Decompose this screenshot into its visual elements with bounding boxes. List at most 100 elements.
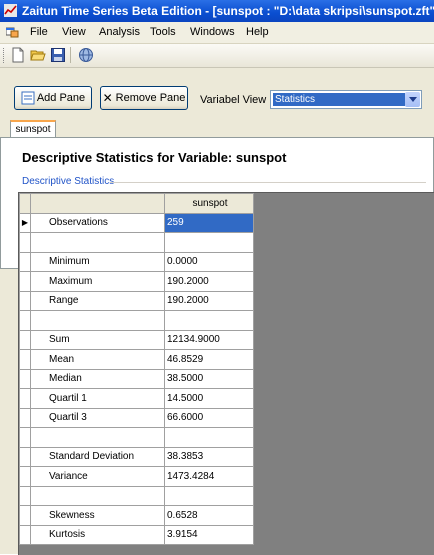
table-row[interactable]: Maximum 190.2000 — [19, 271, 254, 292]
statistic-name-cell[interactable] — [30, 485, 165, 506]
variabel-view-value: Statistics — [273, 93, 405, 106]
statistic-name-cell[interactable]: Kurtosis — [30, 524, 165, 545]
new-file-icon[interactable] — [10, 47, 26, 63]
page-title: Descriptive Statistics for Variable: sun… — [22, 150, 287, 165]
toolbar-grip[interactable] — [3, 48, 6, 63]
statistic-value-cell[interactable]: 259 — [164, 212, 254, 233]
statistic-name-cell[interactable]: Observations — [30, 212, 165, 233]
corner-cell[interactable] — [19, 193, 31, 214]
globe-icon[interactable] — [78, 47, 94, 63]
row-header[interactable] — [19, 349, 31, 370]
statistic-value-cell[interactable]: 46.8529 — [164, 349, 254, 370]
table-row[interactable]: Quartil 1 14.5000 — [19, 388, 254, 409]
app-icon — [4, 4, 17, 17]
remove-pane-label: Remove Pane — [115, 92, 186, 104]
row-pointer-icon: ▶ — [21, 218, 29, 228]
statistic-value-cell[interactable]: 14.5000 — [164, 388, 254, 409]
statistic-name-cell[interactable]: Quartil 1 — [30, 388, 165, 409]
statistic-value-cell[interactable]: 0.6528 — [164, 505, 254, 526]
statistic-name-cell[interactable]: Minimum — [30, 251, 165, 272]
table-row[interactable] — [19, 310, 254, 331]
menu-file[interactable]: File — [30, 26, 48, 38]
table-row[interactable] — [19, 427, 254, 448]
statistic-name-cell[interactable]: Mean — [30, 349, 165, 370]
tab-sunspot[interactable]: sunspot — [10, 120, 56, 138]
tab-strip: sunspot — [0, 118, 434, 138]
row-header[interactable] — [19, 290, 31, 311]
row-header[interactable] — [19, 310, 31, 331]
statistic-value-cell[interactable]: 38.3853 — [164, 446, 254, 467]
table-row[interactable]: Range 190.2000 — [19, 290, 254, 311]
statistic-value-cell[interactable] — [164, 427, 254, 448]
table-row[interactable]: ▶ Observations 259 — [19, 212, 254, 233]
table-row[interactable]: Minimum 0.0000 — [19, 251, 254, 272]
remove-pane-button[interactable]: ✕ Remove Pane — [100, 86, 188, 110]
statistic-value-cell[interactable]: 0.0000 — [164, 251, 254, 272]
statistic-name-cell[interactable]: Range — [30, 290, 165, 311]
statistic-value-cell[interactable] — [164, 485, 254, 506]
workspace: Add Pane ✕ Remove Pane Variabel View : S… — [0, 68, 434, 555]
child-window: Add Pane ✕ Remove Pane Variabel View : S… — [0, 68, 434, 555]
statistic-name-cell[interactable]: Standard Deviation — [30, 446, 165, 467]
add-pane-button[interactable]: Add Pane — [14, 86, 92, 110]
open-folder-icon[interactable] — [30, 47, 46, 63]
row-header[interactable] — [19, 388, 31, 409]
statistics-grid: sunspot ▶ Observations 259 Minimum 0.0000 Max… — [18, 192, 434, 555]
statistic-value-cell[interactable]: 1473.4284 — [164, 466, 254, 487]
statistic-name-cell[interactable]: Maximum — [30, 271, 165, 292]
row-header[interactable] — [19, 271, 31, 292]
statistic-value-cell[interactable]: 190.2000 — [164, 271, 254, 292]
row-header[interactable] — [19, 251, 31, 272]
table-row[interactable]: Median 38.5000 — [19, 368, 254, 389]
menu-tools[interactable]: Tools — [150, 26, 176, 38]
table-row[interactable] — [19, 232, 254, 253]
row-header[interactable] — [19, 407, 31, 428]
statistic-name-cell[interactable] — [30, 310, 165, 331]
table-row[interactable]: Standard Deviation 38.3853 — [19, 446, 254, 467]
table-row[interactable]: Variance 1473.4284 — [19, 466, 254, 487]
statistic-name-cell[interactable]: Skewness — [30, 505, 165, 526]
row-header[interactable] — [19, 329, 31, 350]
title-bar[interactable]: Zaitun Time Series Beta Edition - [sunsp… — [0, 0, 434, 22]
table-row[interactable]: Skewness 0.6528 — [19, 505, 254, 526]
statistic-name-cell[interactable]: Quartil 3 — [30, 407, 165, 428]
row-header[interactable]: ▶ — [19, 212, 31, 233]
statistic-name-cell[interactable]: Median — [30, 368, 165, 389]
statistic-name-cell[interactable]: Variance — [30, 466, 165, 487]
statistic-name-cell[interactable] — [30, 427, 165, 448]
menu-bar: File View Analysis Tools Windows Help — [0, 22, 434, 44]
menu-help[interactable]: Help — [246, 26, 269, 38]
statistic-name-cell[interactable]: Sum — [30, 329, 165, 350]
menu-windows[interactable]: Windows — [190, 26, 235, 38]
statistic-value-cell[interactable]: 12134.9000 — [164, 329, 254, 350]
row-header[interactable] — [19, 446, 31, 467]
statistic-value-cell[interactable]: 190.2000 — [164, 290, 254, 311]
chevron-down-icon[interactable] — [405, 92, 420, 107]
variabel-view-select[interactable]: Statistics — [270, 90, 422, 109]
row-header[interactable] — [19, 427, 31, 448]
child-window-icon[interactable] — [6, 26, 19, 38]
statistic-value-cell[interactable] — [164, 232, 254, 253]
row-header[interactable] — [19, 524, 31, 545]
name-column-header[interactable] — [30, 193, 165, 214]
statistic-value-cell[interactable]: 66.6000 — [164, 407, 254, 428]
statistic-name-cell[interactable] — [30, 232, 165, 253]
row-header[interactable] — [19, 466, 31, 487]
menu-view[interactable]: View — [62, 26, 86, 38]
menu-analysis[interactable]: Analysis — [99, 26, 140, 38]
save-disk-icon[interactable] — [50, 47, 66, 63]
statistic-value-cell[interactable]: 38.5000 — [164, 368, 254, 389]
statistic-value-cell[interactable]: 3.9154 — [164, 524, 254, 545]
row-header[interactable] — [19, 485, 31, 506]
row-header[interactable] — [19, 232, 31, 253]
table-row[interactable]: Quartil 3 66.6000 — [19, 407, 254, 428]
column-header-sunspot[interactable]: sunspot — [164, 193, 254, 214]
table-row[interactable]: Sum 12134.9000 — [19, 329, 254, 350]
statistic-value-cell[interactable] — [164, 310, 254, 331]
row-header[interactable] — [19, 505, 31, 526]
table-row[interactable]: Kurtosis 3.9154 — [19, 524, 254, 545]
table-row[interactable] — [19, 485, 254, 506]
row-header[interactable] — [19, 368, 31, 389]
variabel-view-label: Variabel View : — [200, 94, 273, 106]
table-row[interactable]: Mean 46.8529 — [19, 349, 254, 370]
